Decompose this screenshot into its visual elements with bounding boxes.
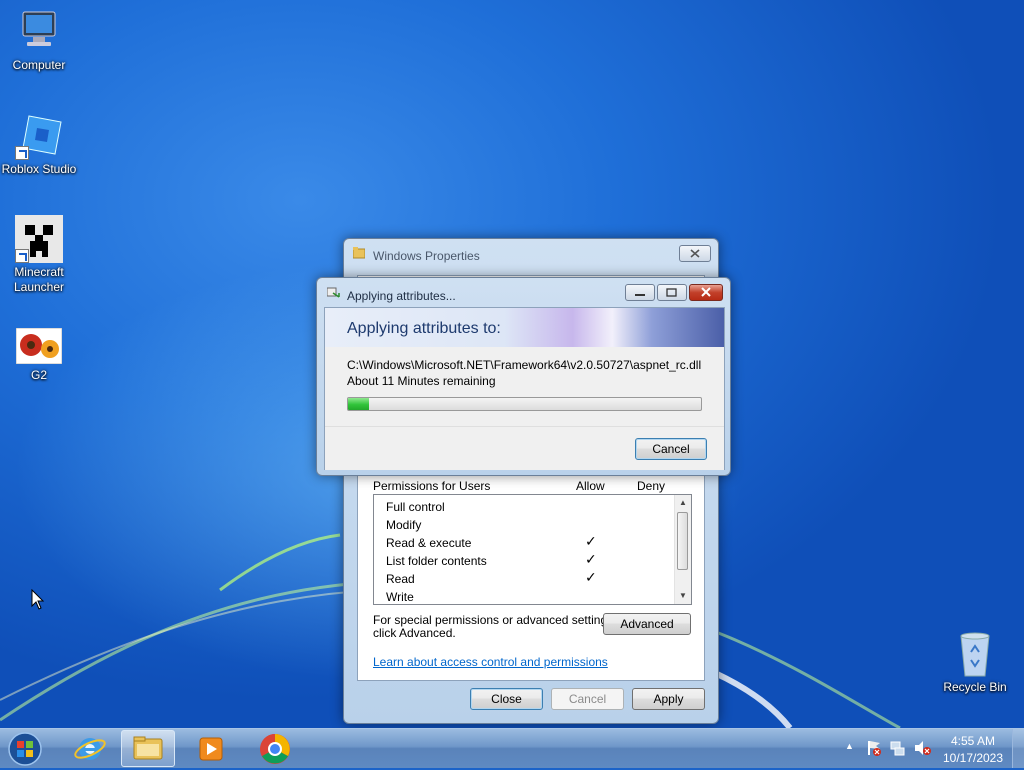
chrome-icon [260,734,290,764]
windows-start-orb-icon [8,732,42,766]
deny-column-header: Deny [637,479,666,493]
permission-name: Read [386,572,415,586]
show-desktop-button[interactable] [1012,729,1024,768]
desktop-icon-label: Launcher [13,280,65,294]
desktop-icon-g2[interactable]: G2 [0,327,78,383]
attributes-icon [326,287,341,299]
minimize-icon [635,294,645,296]
minimize-button[interactable] [625,284,655,301]
scroll-up-icon[interactable]: ▲ [679,498,687,507]
window-title: Windows Properties [373,249,480,263]
permission-name: Full control [386,500,445,514]
desktop-icon-label: Minecraft [14,265,64,279]
taskbar-file-explorer[interactable] [121,730,175,767]
network-icon[interactable] [890,740,906,756]
close-dialog-button[interactable]: Close [470,688,543,710]
desktop-icon-recycle-bin[interactable]: Recycle Bin [936,630,1014,695]
mouse-cursor-icon [31,589,45,610]
dialog-heading: Applying attributes to: [347,320,501,337]
header-banner: Applying attributes to: [325,308,724,347]
permission-row: Read ✓ [374,570,674,587]
progress-dialog-body: Applying attributes to: C:\Windows\Micro… [324,307,725,470]
show-hidden-icons-icon[interactable]: ▲ [845,741,854,751]
maximize-button[interactable] [657,284,687,301]
permission-name: Write [386,590,414,604]
file-explorer-icon [133,736,163,760]
desktop-icon-roblox-studio[interactable]: Roblox Studio [0,112,78,177]
taskbar-chrome[interactable] [248,730,302,767]
cancel-button[interactable]: Cancel [635,438,707,460]
flower-image-icon [15,327,63,366]
permission-row: Full control [374,499,674,515]
close-button[interactable] [679,245,711,262]
time-remaining: About 11 Minutes remaining [347,374,496,388]
recycle-bin-icon [951,630,999,678]
progress-bar [347,397,702,411]
media-player-icon [199,737,223,761]
volume-muted-icon[interactable] [914,740,932,756]
action-center-flag-icon[interactable] [866,740,882,756]
permissions-header: Permissions for Users [373,479,491,493]
permission-name: Read & execute [386,536,472,550]
taskbar-media-player[interactable] [184,730,238,767]
cancel-dialog-button: Cancel [551,688,624,710]
apply-button[interactable]: Apply [632,688,705,710]
permission-row: Read & execute ✓ [374,534,674,551]
permission-name: Modify [386,518,422,532]
vertical-scrollbar[interactable]: ▲ ▼ [674,495,691,604]
dialog-title: Applying attributes... [347,289,456,303]
current-file-path: C:\Windows\Microsoft.NET\Framework64\v2.… [347,358,702,372]
desktop-icon-minecraft-launcher[interactable]: Minecraft Launcher [0,215,78,295]
scroll-down-icon[interactable]: ▼ [679,591,687,600]
allow-check-icon: ✓ [585,534,597,550]
desktop-icon-label: Roblox Studio [1,162,77,176]
allow-check-icon: ✓ [585,570,597,586]
progress-bar-fill [348,398,370,410]
roblox-studio-icon [15,112,63,160]
permission-name: List folder contents [386,554,487,568]
scrollbar-thumb[interactable] [677,512,688,570]
start-button[interactable] [4,730,46,767]
special-permissions-text: For special permissions or advanced sett… [373,614,616,640]
close-icon [690,249,700,258]
applying-attributes-dialog: Applying attributes... Applying attribut… [316,277,731,476]
folder-icon [352,247,366,259]
permission-row: Modify [374,517,674,533]
creeper-icon [15,215,63,263]
close-icon [701,287,711,297]
allow-column-header: Allow [576,479,605,493]
properties-titlebar[interactable]: Windows Properties [344,239,718,267]
shortcut-arrow-icon [15,146,29,160]
restore-icon [666,288,677,297]
learn-permissions-link[interactable]: Learn about access control and permissio… [373,655,608,669]
clock-time[interactable]: 4:55 AM [933,734,1013,748]
shortcut-arrow-icon [15,249,29,263]
special-permissions-line: click Advanced. [373,626,456,640]
clock-date[interactable]: 10/17/2023 [933,751,1013,765]
permission-row: Write [374,589,674,604]
dialog-footer: Cancel [325,426,724,470]
desktop-icon-label: Computer [12,58,66,72]
taskbar: ▲ 4:55 AM 10/17/2023 [0,728,1024,768]
advanced-button[interactable]: Advanced [603,613,691,635]
desktop-icon-label: Recycle Bin [943,680,1007,694]
dialog-close-button[interactable] [689,284,723,301]
allow-check-icon: ✓ [585,552,597,568]
computer-icon [15,8,63,56]
taskbar-internet-explorer[interactable] [63,730,117,767]
permissions-list[interactable]: Full control Modify Read & execute ✓ List fo… [373,494,692,605]
progress-titlebar[interactable]: Applying attributes... [317,278,730,306]
desktop-icon-computer[interactable]: Computer [0,8,78,73]
permission-row: List folder contents ✓ [374,552,674,569]
internet-explorer-icon [74,738,106,760]
desktop-icon-label: G2 [30,368,47,382]
